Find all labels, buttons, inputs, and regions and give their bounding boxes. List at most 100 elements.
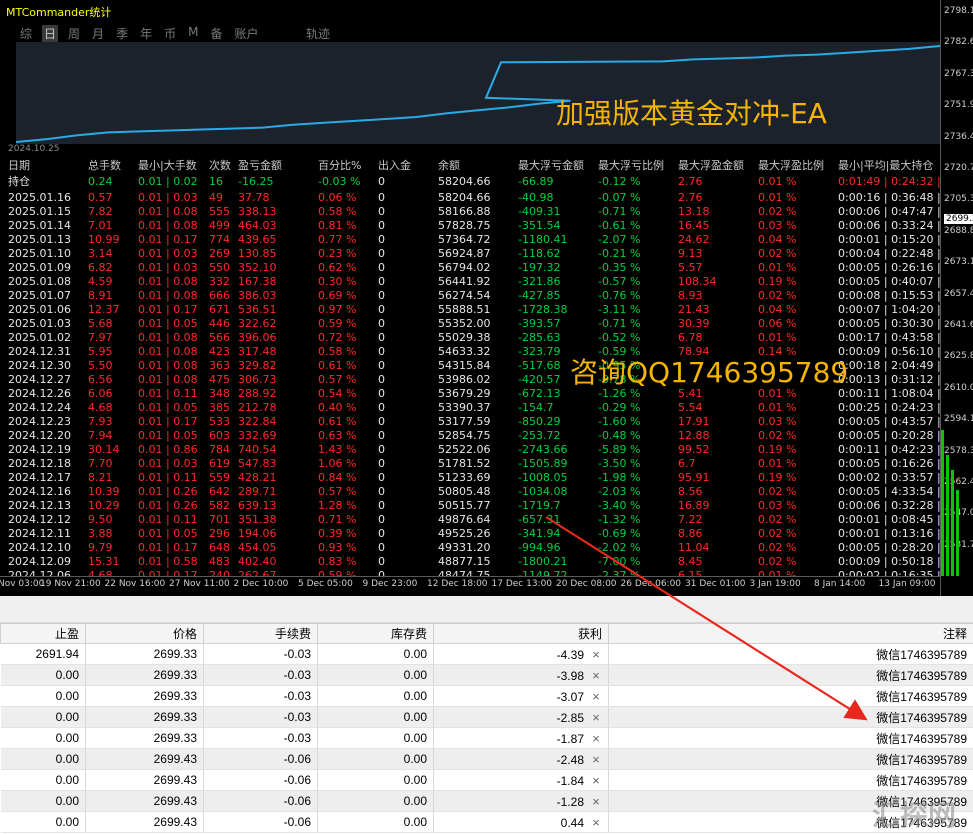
tab-8[interactable]: 备 — [208, 25, 224, 42]
tab-2[interactable]: 周 — [66, 25, 82, 42]
trade-cell-text: 2699.43 — [153, 794, 197, 808]
trade-cell-text: -0.03 — [283, 710, 311, 724]
tab-9[interactable]: 账户 — [232, 25, 260, 42]
trade-cell: -3.98 × — [433, 664, 609, 686]
close-position-icon[interactable]: × — [590, 752, 602, 767]
trade-cell-text: 微信1746395789 — [876, 668, 967, 683]
trade-cell-text: -0.06 — [283, 752, 311, 766]
trade-row[interactable]: 0.00 2699.33 -0.03 0.00 -1.87 × 微信1746395789 — [0, 727, 973, 749]
stats-hold-cell: 0.01 % — [758, 175, 797, 188]
trade-row[interactable]: 0.00 2699.33 -0.03 0.00 -2.85 × 微信1746395789 — [0, 706, 973, 728]
trade-cell-text: -0.03 — [283, 689, 311, 703]
trade-row[interactable]: 0.00 2699.43 -0.06 0.00 -2.48 × 微信1746395789 — [0, 748, 973, 770]
trade-cell: -2.48 × — [433, 748, 609, 770]
profit-value: -2.48 — [556, 752, 584, 767]
trade-cell: 0.00 — [0, 748, 86, 770]
time-axis: Nov 03:00 19 Nov 21:00 22 Nov 16:00 27 Nov … — [0, 576, 940, 596]
trade-cell-text: 0.00 — [403, 794, 427, 808]
trade-col-5[interactable]: 注释 — [608, 623, 973, 644]
tab-1[interactable]: 日 — [42, 25, 59, 42]
trade-cell-text: -0.06 — [283, 794, 311, 808]
tab-0[interactable]: 综 — [18, 25, 34, 42]
profit-value: -1.87 — [556, 731, 584, 746]
stats-hold-cell: 0:01:49 | 0:24:32 | 0 — [838, 175, 952, 188]
window-title: MTCommander统计 — [6, 6, 112, 19]
trade-cell-text: 2699.43 — [153, 752, 197, 766]
trade-cell: -0.06 — [203, 811, 318, 833]
price-tick: 2594.15 — [944, 414, 973, 425]
trade-cell: 0.00 — [0, 790, 86, 812]
trade-cell-text: 0.00 — [55, 752, 79, 766]
trade-cell: -0.03 — [203, 643, 318, 665]
trade-cell: 2699.43 — [85, 748, 204, 770]
trade-col-0[interactable]: 止盈 — [0, 623, 86, 644]
close-position-icon[interactable]: × — [590, 731, 602, 746]
time-tick: 31 Dec 01:00 — [685, 579, 746, 589]
close-position-icon[interactable]: × — [590, 815, 602, 830]
tab-4[interactable]: 季 — [114, 25, 130, 42]
profit-value: -1.28 — [556, 794, 584, 809]
trade-cell-text: 2699.33 — [153, 731, 197, 745]
trade-cell-text: 微信1746395789 — [876, 710, 967, 725]
close-position-icon[interactable]: × — [590, 710, 602, 725]
trade-cell-text: -0.03 — [283, 731, 311, 745]
trade-col-1[interactable]: 价格 — [85, 623, 204, 644]
close-position-icon[interactable]: × — [590, 668, 602, 683]
trade-cell: 微信1746395789 — [608, 664, 973, 686]
trade-row[interactable]: 0.00 2699.43 -0.06 0.00 -1.28 × 微信1746395789 — [0, 790, 973, 812]
tab-7[interactable]: M — [186, 25, 200, 42]
close-position-icon[interactable]: × — [590, 647, 602, 662]
profit-value: -3.07 — [556, 689, 584, 704]
trade-cell: -4.39 × — [433, 643, 609, 665]
time-tick: 8 Jan 14:00 — [814, 579, 866, 589]
stats-hold-cell: 2.76 — [678, 175, 703, 188]
trade-col-3[interactable]: 库存费 — [317, 623, 434, 644]
time-tick: Nov 03:00 — [0, 579, 45, 589]
stats-hold-cell: 持仓 — [8, 175, 30, 188]
trade-row[interactable]: 2691.94 2699.33 -0.03 0.00 -4.39 × 微信174639578… — [0, 643, 973, 665]
trade-cell-text: -0.03 — [283, 647, 311, 661]
trade-cell-text: 2699.33 — [153, 689, 197, 703]
trade-row[interactable]: 0.00 2699.33 -0.03 0.00 -3.98 × 微信1746395789 — [0, 664, 973, 686]
close-position-icon[interactable]: × — [590, 794, 602, 809]
tab-6[interactable]: 币 — [162, 25, 178, 42]
trade-cell: 0.00 — [317, 643, 434, 665]
trade-cell-text: 微信1746395789 — [876, 752, 967, 767]
stats-hold-cell: 0.01 | 0.02 — [138, 175, 198, 188]
overlay-contact: 咨询QQ1746395789 — [570, 356, 849, 389]
trade-cell: 2699.43 — [85, 769, 204, 791]
trade-cell: 2699.33 — [85, 664, 204, 686]
trade-cell: 0.00 — [317, 790, 434, 812]
price-tick: 2720.75 — [944, 163, 973, 173]
trade-cell: 微信1746395789 — [608, 748, 973, 770]
panel-toolbar — [0, 596, 973, 623]
close-position-icon[interactable]: × — [590, 689, 602, 704]
profit-value: 0.44 — [560, 815, 584, 830]
tab-5[interactable]: 年 — [138, 25, 154, 42]
trade-cell-text: -0.06 — [283, 773, 311, 787]
price-tick: 2673.10 — [944, 257, 973, 268]
trade-col-4[interactable]: 获利 — [433, 623, 609, 644]
trade-cell: -0.03 — [203, 685, 318, 707]
trade-row[interactable]: 0.00 2699.33 -0.03 0.00 -3.07 × 微信1746395789 — [0, 685, 973, 707]
trade-cell: -1.84 × — [433, 769, 609, 791]
close-position-icon[interactable]: × — [590, 773, 602, 788]
stats-col-11: 最大浮盈比例 — [758, 159, 824, 172]
trade-col-2[interactable]: 手续费 — [203, 623, 318, 644]
equity-start-date: 2024.10.25 — [8, 144, 60, 154]
trade-cell: 0.00 — [317, 685, 434, 707]
trade-row[interactable]: 0.00 2699.43 -0.06 0.00 0.44 × 微信1746395789 — [0, 811, 973, 833]
trade-cell-text: 0.00 — [55, 794, 79, 808]
trade-row[interactable]: 0.00 2699.43 -0.06 0.00 -1.84 × 微信1746395789 — [0, 769, 973, 791]
tab-3[interactable]: 月 — [90, 25, 106, 42]
volume-bar — [951, 470, 954, 576]
trade-cell: 微信1746395789 — [608, 727, 973, 749]
trade-cell: 微信1746395789 — [608, 685, 973, 707]
watermark: 汇探网 — [872, 799, 957, 832]
trade-cell-text: 0.00 — [55, 731, 79, 745]
track-label[interactable]: 轨迹 — [306, 25, 330, 42]
trade-cell-text: 2699.33 — [153, 710, 197, 724]
price-axis: 2798.10 2782.60 2767.35 2751.95 2736.40 2720.… — [940, 0, 973, 596]
time-tick: 12 Dec 18:00 — [427, 579, 488, 589]
trade-cell-text: 0.00 — [403, 689, 427, 703]
